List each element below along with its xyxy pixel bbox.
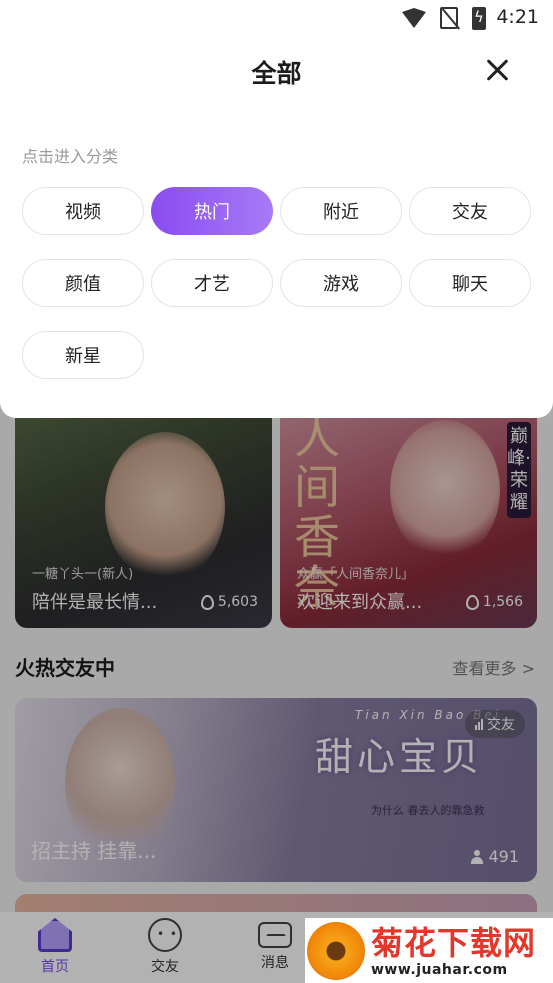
battery-charging-icon (472, 7, 486, 30)
no-sim-icon (440, 7, 458, 29)
category-chip-hot[interactable]: 热门 (151, 187, 273, 235)
category-sheet: 4:21 全部 点击进入分类 视频 热门 附近 交友 颜值 才艺 游戏 聊天 新… (0, 0, 553, 418)
category-chip-social[interactable]: 交友 (409, 187, 531, 235)
category-chip-talent[interactable]: 才艺 (151, 259, 273, 307)
status-time: 4:21 (496, 6, 539, 28)
category-chip-chat[interactable]: 聊天 (409, 259, 531, 307)
category-chip-games[interactable]: 游戏 (280, 259, 402, 307)
watermark-brand: 菊花下载网 (371, 923, 537, 962)
category-chip-nearby[interactable]: 附近 (280, 187, 402, 235)
status-bar: 4:21 (0, 0, 553, 38)
category-chip-video[interactable]: 视频 (22, 187, 144, 235)
flower-logo-icon (307, 921, 365, 980)
watermark: 菊花下载网 www.juahar.com (305, 918, 553, 983)
category-chip-new-star[interactable]: 新星 (22, 331, 144, 379)
close-icon[interactable] (483, 55, 513, 85)
category-hint: 点击进入分类 (22, 147, 119, 166)
wifi-icon (402, 8, 426, 28)
watermark-url: www.juahar.com (371, 961, 508, 978)
category-chip-looks[interactable]: 颜值 (22, 259, 144, 307)
category-grid: 视频 热门 附近 交友 颜值 才艺 游戏 聊天 新星 (22, 187, 531, 379)
sheet-title: 全部 (251, 59, 302, 88)
